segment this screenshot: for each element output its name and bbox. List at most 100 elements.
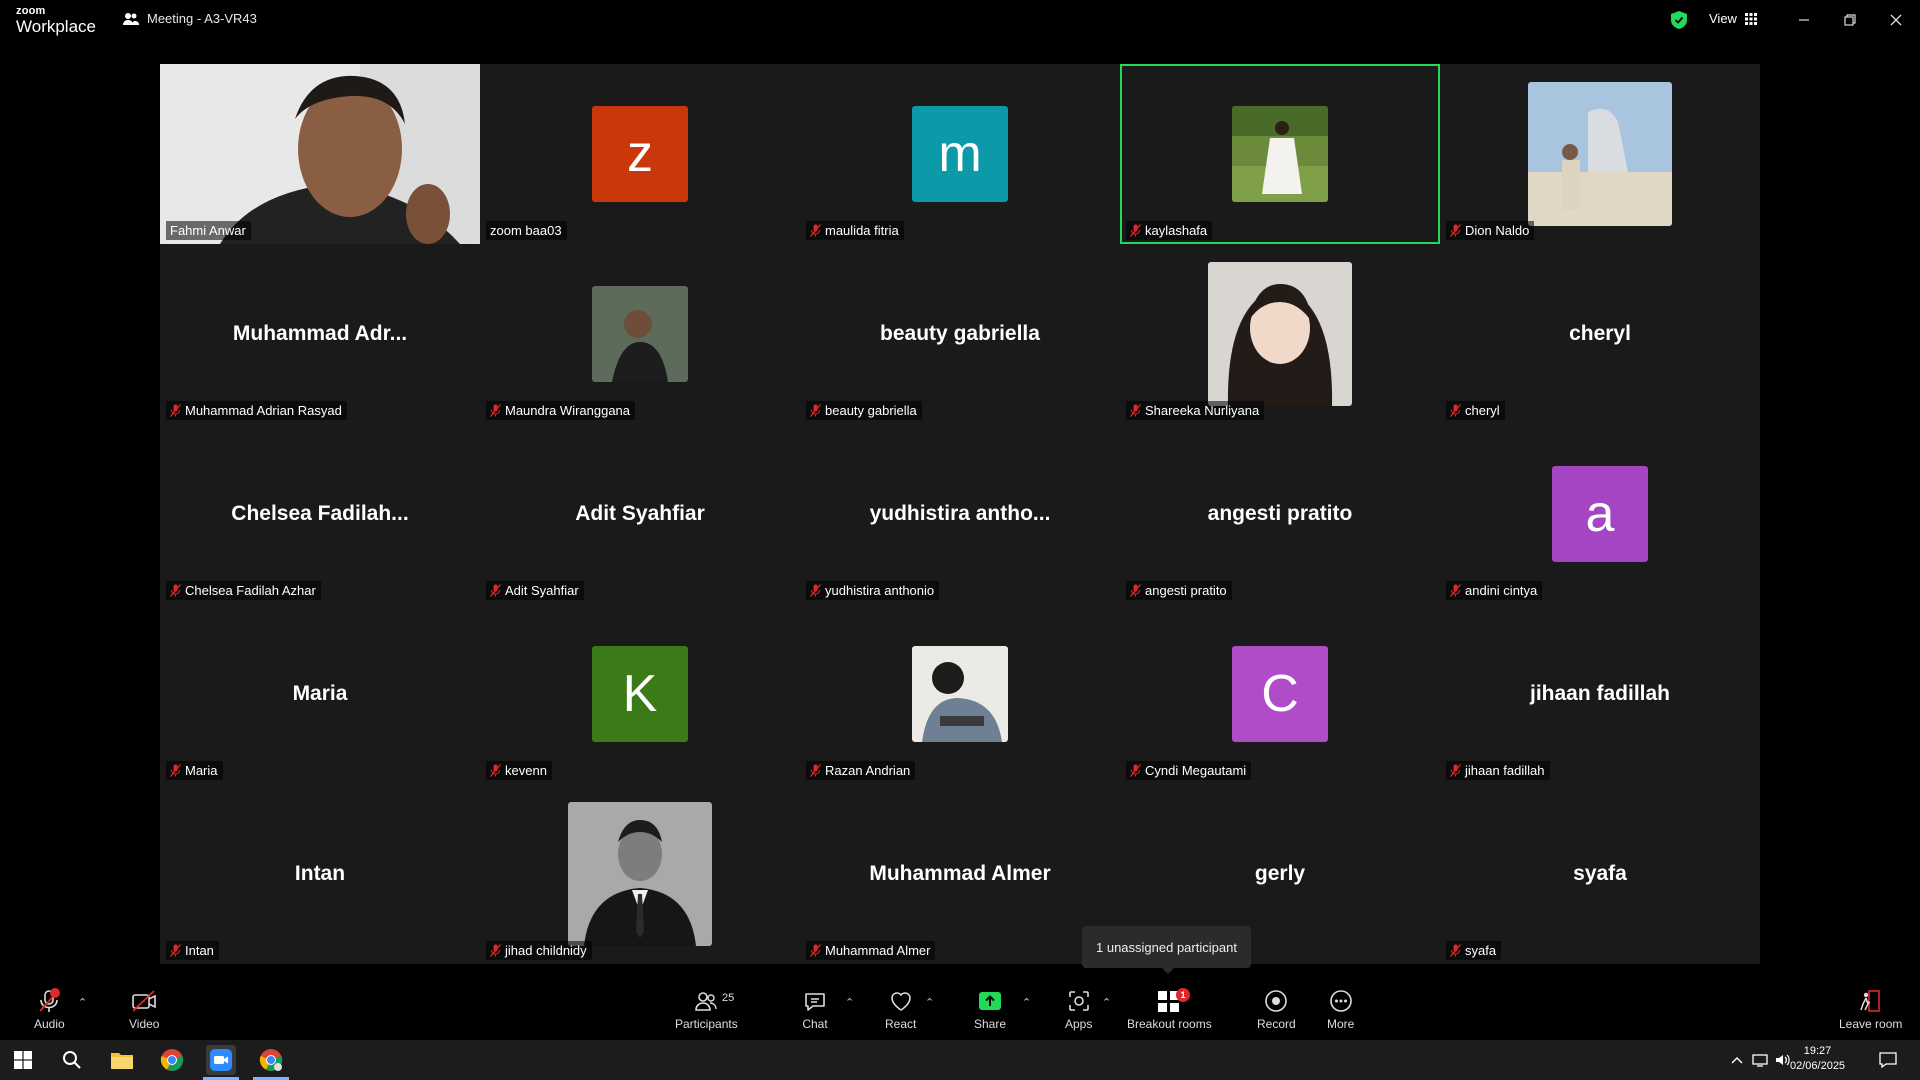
breakout-tooltip: 1 unassigned participant bbox=[1082, 926, 1251, 974]
windows-start-icon[interactable] bbox=[8, 1045, 38, 1075]
apps-label: Apps bbox=[1065, 1017, 1093, 1031]
chat-button[interactable]: Chat bbox=[802, 988, 828, 1031]
apps-icon bbox=[1068, 991, 1089, 1011]
participant-tile[interactable]: Maundra Wiranggana bbox=[480, 244, 800, 424]
participant-name-label: Fahmi Anwar bbox=[166, 221, 251, 240]
muted-mic-icon bbox=[490, 944, 501, 957]
video-label: Video bbox=[129, 1017, 160, 1031]
muted-mic-icon bbox=[810, 404, 821, 417]
record-label: Record bbox=[1257, 1017, 1296, 1031]
audio-options-caret[interactable]: ⌃ bbox=[78, 996, 87, 1009]
participant-tile[interactable]: Muhammad Almer Muhammad Almer bbox=[800, 784, 1120, 964]
chat-label: Chat bbox=[802, 1017, 828, 1031]
system-clock[interactable]: 19:27 02/06/2025 bbox=[1790, 1044, 1845, 1074]
participant-tile[interactable]: z zoom baa03 bbox=[480, 64, 800, 244]
muted-mic-icon bbox=[1450, 764, 1461, 777]
participant-tile[interactable]: beauty gabriella beauty gabriella bbox=[800, 244, 1120, 424]
participant-tile[interactable]: Intan Intan bbox=[160, 784, 480, 964]
chat-options-caret[interactable]: ⌃ bbox=[845, 996, 854, 1009]
muted-mic-icon bbox=[170, 404, 181, 417]
zoom-taskbar-icon[interactable] bbox=[206, 1045, 236, 1075]
muted-mic-icon bbox=[810, 584, 821, 597]
participant-name-label: Muhammad Adrian Rasyad bbox=[166, 401, 347, 420]
participant-tile[interactable]: Maria Maria bbox=[160, 604, 480, 784]
participant-name: Muhammad Adrian Rasyad bbox=[185, 403, 342, 418]
record-button[interactable]: Record bbox=[1257, 988, 1296, 1031]
avatar: z bbox=[592, 106, 688, 202]
brand-top: zoom bbox=[16, 5, 46, 17]
participant-name-label: Intan bbox=[166, 941, 219, 960]
muted-mic-icon bbox=[1450, 944, 1461, 957]
more-button[interactable]: More bbox=[1327, 988, 1354, 1031]
record-icon bbox=[1265, 990, 1288, 1012]
participant-tile[interactable]: m maulida fitria bbox=[800, 64, 1120, 244]
participant-name: kevenn bbox=[505, 763, 547, 778]
share-label: Share bbox=[974, 1017, 1007, 1031]
participant-tile[interactable]: Adit Syahfiar Adit Syahfiar bbox=[480, 424, 800, 604]
participant-display-name: jihaan fadillah bbox=[1529, 682, 1671, 705]
participant-tile-active-speaker[interactable]: kaylashafa bbox=[1120, 64, 1440, 244]
participant-tile[interactable]: yudhistira antho... yudhistira anthonio bbox=[800, 424, 1120, 604]
participant-tile[interactable]: Shareeka Nurliyana bbox=[1120, 244, 1440, 424]
chrome-profile-icon[interactable] bbox=[256, 1045, 286, 1075]
heart-icon bbox=[890, 992, 911, 1011]
chrome-icon[interactable] bbox=[157, 1045, 187, 1075]
participant-tile[interactable]: Fahmi Anwar bbox=[160, 64, 480, 244]
audio-alert-badge bbox=[50, 988, 60, 998]
meeting-toolbar: Audio ⌃ Video Participants 25 Chat ⌃ Rea… bbox=[0, 980, 1920, 1040]
muted-mic-icon bbox=[490, 764, 501, 777]
participant-name: Maria bbox=[185, 763, 218, 778]
participant-tile[interactable]: jihaan fadillah jihaan fadillah bbox=[1440, 604, 1760, 784]
participant-tile[interactable]: jihad childnidy bbox=[480, 784, 800, 964]
restore-icon[interactable] bbox=[1838, 8, 1862, 32]
participant-tile[interactable]: a andini cintya bbox=[1440, 424, 1760, 604]
participant-name: Shareeka Nurliyana bbox=[1145, 403, 1260, 418]
participant-name-label: kevenn bbox=[486, 761, 552, 780]
participant-tile[interactable]: Razan Andrian bbox=[800, 604, 1120, 784]
file-explorer-icon[interactable] bbox=[107, 1045, 137, 1075]
apps-options-caret[interactable]: ⌃ bbox=[1102, 996, 1111, 1009]
apps-button[interactable]: Apps bbox=[1065, 988, 1092, 1031]
video-button[interactable]: Video bbox=[129, 988, 159, 1031]
muted-mic-icon bbox=[1450, 404, 1461, 417]
participant-tile[interactable]: angesti pratito angesti pratito bbox=[1120, 424, 1440, 604]
participant-name-label: Dion Naldo bbox=[1446, 221, 1535, 240]
minimize-icon[interactable] bbox=[1792, 8, 1816, 32]
participant-name-label: zoom baa03 bbox=[486, 221, 567, 240]
participant-tile[interactable]: Chelsea Fadilah... Chelsea Fadilah Azhar bbox=[160, 424, 480, 604]
leave-room-button[interactable]: Leave room bbox=[1839, 988, 1902, 1031]
participant-name-label: jihaan fadillah bbox=[1446, 761, 1550, 780]
participant-tile[interactable]: syafa syafa bbox=[1440, 784, 1760, 964]
participant-name: Adit Syahfiar bbox=[505, 583, 579, 598]
participant-name-label: Maria bbox=[166, 761, 223, 780]
react-button[interactable]: React bbox=[885, 988, 916, 1031]
share-options-caret[interactable]: ⌃ bbox=[1022, 996, 1031, 1009]
view-button[interactable]: View bbox=[1709, 11, 1757, 26]
participant-tile[interactable]: cheryl cheryl bbox=[1440, 244, 1760, 424]
participants-group-icon bbox=[123, 12, 139, 25]
participant-display-name: Intan bbox=[294, 862, 346, 885]
notifications-icon[interactable] bbox=[1873, 1045, 1903, 1075]
close-icon[interactable] bbox=[1884, 8, 1908, 32]
search-icon[interactable] bbox=[57, 1045, 87, 1075]
participant-tile[interactable]: Muhammad Adr... Muhammad Adrian Rasyad bbox=[160, 244, 480, 424]
meeting-title-text: Meeting - A3-VR43 bbox=[147, 11, 257, 26]
meeting-title[interactable]: Meeting - A3-VR43 bbox=[123, 11, 257, 26]
breakout-rooms-button[interactable]: Breakout rooms bbox=[1127, 988, 1212, 1031]
muted-mic-icon bbox=[170, 944, 181, 957]
participant-name-label: Muhammad Almer bbox=[806, 941, 936, 960]
participant-tile[interactable]: C Cyndi Megautami bbox=[1120, 604, 1440, 784]
participant-tile[interactable]: K kevenn bbox=[480, 604, 800, 784]
participant-tile[interactable]: Dion Naldo bbox=[1440, 64, 1760, 244]
participants-label: Participants bbox=[675, 1017, 738, 1031]
react-options-caret[interactable]: ⌃ bbox=[925, 996, 934, 1009]
grid-icon bbox=[1744, 12, 1757, 25]
participant-name: jihad childnidy bbox=[505, 943, 587, 958]
participant-name: andini cintya bbox=[1465, 583, 1538, 598]
share-button[interactable]: Share bbox=[974, 988, 1006, 1031]
avatar: K bbox=[592, 646, 688, 742]
participant-name-label: jihad childnidy bbox=[486, 941, 592, 960]
encryption-shield-icon[interactable] bbox=[1671, 11, 1687, 29]
participants-icon bbox=[695, 992, 718, 1011]
avatar: a bbox=[1552, 466, 1648, 562]
